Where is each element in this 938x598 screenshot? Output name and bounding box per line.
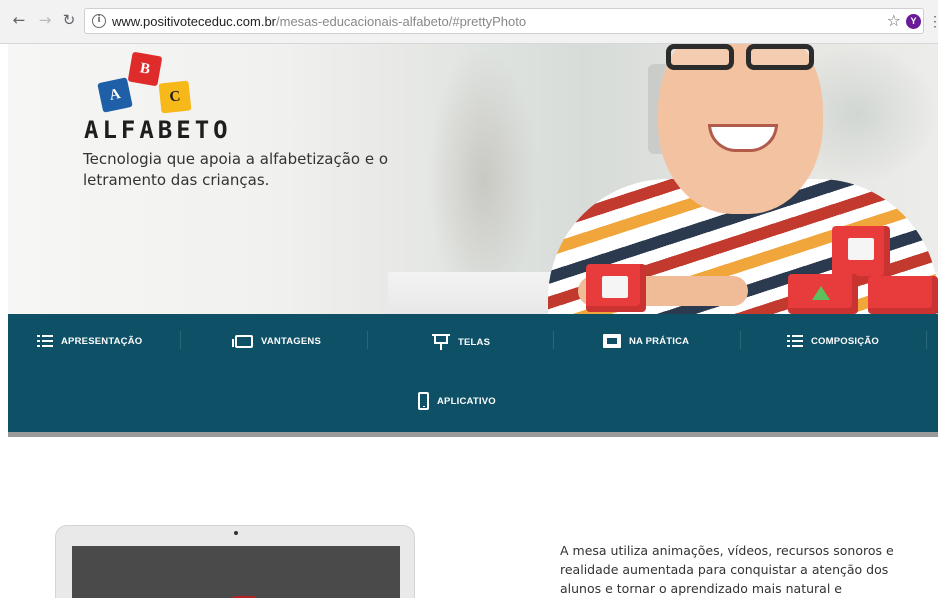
toy-block <box>788 274 858 314</box>
glasses <box>658 44 823 74</box>
logo-cube-c: C <box>158 80 192 114</box>
nav-shadow <box>8 432 938 437</box>
product-description: A mesa utiliza animações, vídeos, recurs… <box>560 543 894 596</box>
toy-block <box>586 264 646 312</box>
nav-divider <box>553 331 554 349</box>
nav-item-composicao[interactable]: COMPOSIÇÃO <box>787 331 879 351</box>
laptop-camera <box>234 531 238 535</box>
browser-toolbar: ← → ↻ i www.positivoteceduc.com.br/mesas… <box>0 0 938 44</box>
info-icon[interactable]: i <box>92 14 106 28</box>
star-icon[interactable]: ☆ <box>887 11 901 30</box>
address-bar[interactable]: i www.positivoteceduc.com.br/mesas-educa… <box>84 8 924 34</box>
laptop-screen <box>72 546 400 598</box>
nav-label: TELAS <box>458 336 491 348</box>
forward-icon[interactable]: → <box>36 11 54 29</box>
nav-label: COMPOSIÇÃO <box>811 335 879 347</box>
nav-item-apresentacao[interactable]: APRESENTAÇÃO <box>37 331 142 351</box>
nav-label: APRESENTAÇÃO <box>61 335 143 347</box>
laptop-image <box>55 525 415 598</box>
nav-item-telas[interactable]: TELAS <box>432 332 490 352</box>
nav-label: NA PRÁTICA <box>629 335 690 347</box>
reload-icon[interactable]: ↻ <box>60 11 78 29</box>
nav-divider <box>926 331 927 349</box>
nav-label: APLICATIVO <box>437 395 496 407</box>
url-text[interactable]: www.positivoteceduc.com.br/mesas-educaci… <box>112 14 526 29</box>
nav-label: VANTAGENS <box>261 335 322 347</box>
back-icon[interactable]: ← <box>10 11 28 29</box>
nav-item-vantagens[interactable]: VANTAGENS <box>231 331 321 351</box>
nav-item-na-pratica[interactable]: NA PRÁTICA <box>603 331 689 351</box>
nav-item-aplicativo[interactable]: APLICATIVO <box>418 391 496 411</box>
logo-cube-b: B <box>127 51 163 87</box>
toy-block <box>868 276 938 314</box>
list-icon <box>37 335 53 347</box>
logo-cube-a: A <box>97 77 133 113</box>
hero-banner: A B C ALFABETO Tecnologia que apoia a al… <box>8 44 938 314</box>
nav-divider <box>180 331 181 349</box>
menu-icon[interactable]: ⋮ <box>928 12 938 30</box>
photo-icon <box>603 334 621 348</box>
phone-icon <box>418 392 429 410</box>
window-icon <box>232 334 253 348</box>
nav-divider <box>740 331 741 349</box>
easel-icon <box>432 334 450 350</box>
tagline: Tecnologia que apoia a alfabetização e o… <box>83 150 389 189</box>
list-icon <box>787 335 803 347</box>
alfabeto-logo: A B C <box>96 51 206 122</box>
brand-name: ALFABETO <box>84 116 232 144</box>
extension-icon[interactable]: Y <box>906 14 921 29</box>
nav-divider <box>367 331 368 349</box>
